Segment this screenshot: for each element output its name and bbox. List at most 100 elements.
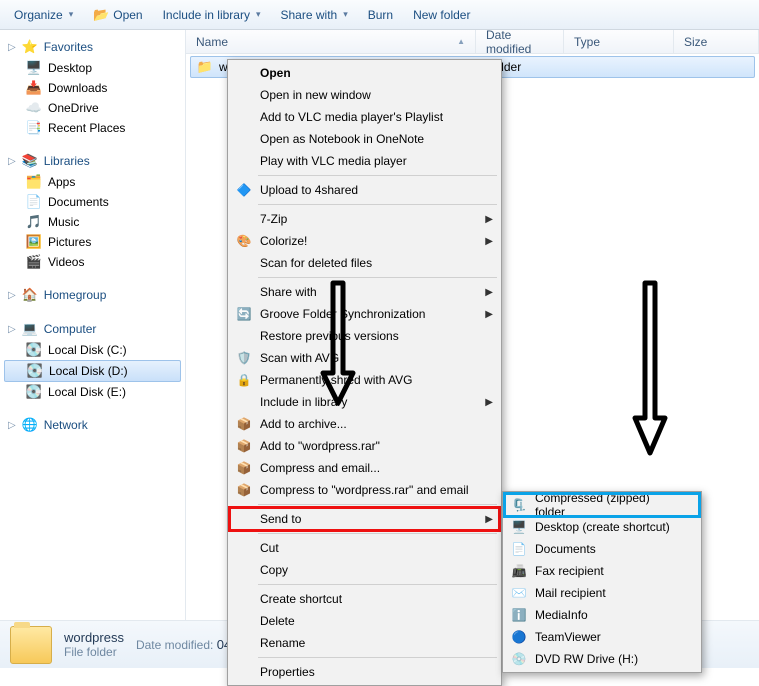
col-size[interactable]: Size xyxy=(674,30,759,53)
burn-button[interactable]: Burn xyxy=(360,6,401,24)
favorites-group[interactable]: ▷⭐Favorites xyxy=(0,34,185,58)
detail-type: File folder xyxy=(64,645,124,659)
drive-icon: 💽 xyxy=(26,342,42,358)
mi-add-rar[interactable]: 📦Add to "wordpress.rar" xyxy=(230,435,499,457)
dropdown-icon: ▾ xyxy=(256,9,261,20)
drive-icon: 💽 xyxy=(26,384,42,400)
menu-separator xyxy=(258,175,497,176)
mi-label: MediaInfo xyxy=(535,608,588,622)
winrar-icon: 📦 xyxy=(236,416,252,432)
mi-compress-email[interactable]: 📦Compress and email... xyxy=(230,457,499,479)
sidebar-item-recent[interactable]: 📑Recent Places xyxy=(0,118,185,138)
mi-send-desktop[interactable]: 🖥️Desktop (create shortcut) xyxy=(505,516,699,538)
sidebar-item-apps[interactable]: 🗂️Apps xyxy=(0,172,185,192)
mi-share-with[interactable]: Share with▶ xyxy=(230,281,499,303)
col-date-modified[interactable]: Date modified xyxy=(476,30,564,53)
mi-onenote[interactable]: Open as Notebook in OneNote xyxy=(230,128,499,150)
navigation-pane: ▷⭐Favorites 🖥️Desktop 📥Downloads ☁️OneDr… xyxy=(0,30,186,620)
homegroup-icon: 🏠 xyxy=(22,287,38,303)
mi-shortcut[interactable]: Create shortcut xyxy=(230,588,499,610)
column-headers: Name▲ Date modified Type Size xyxy=(186,30,759,54)
sidebar-item-documents[interactable]: 📄Documents xyxy=(0,192,185,212)
homegroup-group[interactable]: ▷🏠Homegroup xyxy=(0,282,185,306)
mi-add-archive[interactable]: 📦Add to archive... xyxy=(230,413,499,435)
share-with-button[interactable]: Share with▾ xyxy=(273,6,356,24)
submenu-arrow-icon: ▶ xyxy=(485,214,493,225)
mi-send-teamviewer[interactable]: 🔵TeamViewer xyxy=(505,626,699,648)
mi-scan-avg[interactable]: 🛡️Scan with AVG xyxy=(230,347,499,369)
item-label: Local Disk (D:) xyxy=(49,364,128,378)
mi-vlc-playlist[interactable]: Add to VLC media player's Playlist xyxy=(230,106,499,128)
sidebar-item-desktop[interactable]: 🖥️Desktop xyxy=(0,58,185,78)
mi-rename[interactable]: Rename xyxy=(230,632,499,654)
mi-send-to[interactable]: Send to▶ xyxy=(230,508,499,530)
mi-send-documents[interactable]: 📄Documents xyxy=(505,538,699,560)
item-label: Documents xyxy=(48,195,109,209)
sidebar-item-drive-e[interactable]: 💽Local Disk (E:) xyxy=(0,382,185,402)
mi-compress-rar-email[interactable]: 📦Compress to "wordpress.rar" and email xyxy=(230,479,499,501)
mi-delete[interactable]: Delete xyxy=(230,610,499,632)
mi-scan-deleted[interactable]: Scan for deleted files xyxy=(230,252,499,274)
sidebar-item-onedrive[interactable]: ☁️OneDrive xyxy=(0,98,185,118)
new-folder-button[interactable]: New folder xyxy=(405,6,478,24)
avg-shred-icon: 🔒 xyxy=(236,372,252,388)
mi-label: Play with VLC media player xyxy=(260,154,407,168)
mi-send-mediainfo[interactable]: ℹ️MediaInfo xyxy=(505,604,699,626)
mi-send-mail[interactable]: ✉️Mail recipient xyxy=(505,582,699,604)
drive-icon: 💽 xyxy=(27,363,43,379)
4shared-icon: 🔷 xyxy=(236,182,252,198)
desktop-icon: 🖥️ xyxy=(26,60,42,76)
sidebar-item-pictures[interactable]: 🖼️Pictures xyxy=(0,232,185,252)
documents-icon: 📄 xyxy=(511,541,527,557)
mi-cut[interactable]: Cut xyxy=(230,537,499,559)
sort-asc-icon: ▲ xyxy=(457,37,465,46)
cloud-icon: ☁️ xyxy=(26,100,42,116)
col-type[interactable]: Type xyxy=(564,30,674,53)
item-label: Videos xyxy=(48,255,84,269)
mi-open[interactable]: Open xyxy=(230,62,499,84)
sidebar-item-music[interactable]: 🎵Music xyxy=(0,212,185,232)
mi-shred-avg[interactable]: 🔒Permanently shred with AVG xyxy=(230,369,499,391)
mi-label: Desktop (create shortcut) xyxy=(535,520,670,534)
libraries-group[interactable]: ▷📚Libraries xyxy=(0,148,185,172)
sidebar-item-downloads[interactable]: 📥Downloads xyxy=(0,78,185,98)
open-button[interactable]: 📂Open xyxy=(85,5,150,25)
folder-thumbnail-icon xyxy=(10,626,52,664)
computer-group[interactable]: ▷💻Computer xyxy=(0,316,185,340)
menu-separator xyxy=(258,277,497,278)
btn-label: Burn xyxy=(368,8,393,22)
submenu-arrow-icon: ▶ xyxy=(485,287,493,298)
mi-compressed-zipped[interactable]: 🗜️Compressed (zipped) folder xyxy=(505,494,699,516)
annotation-arrow-right xyxy=(630,278,670,458)
mi-send-fax[interactable]: 📠Fax recipient xyxy=(505,560,699,582)
network-group[interactable]: ▷🌐Network xyxy=(0,412,185,436)
mi-label: TeamViewer xyxy=(535,630,601,644)
sidebar-item-drive-c[interactable]: 💽Local Disk (C:) xyxy=(0,340,185,360)
include-in-library-button[interactable]: Include in library▾ xyxy=(155,6,269,24)
mi-7zip[interactable]: 7-Zip▶ xyxy=(230,208,499,230)
sidebar-item-videos[interactable]: 🎬Videos xyxy=(0,252,185,272)
group-label: Network xyxy=(44,418,88,432)
mi-groove[interactable]: 🔄Groove Folder Synchronization▶ xyxy=(230,303,499,325)
mi-open-new-window[interactable]: Open in new window xyxy=(230,84,499,106)
sidebar-item-drive-d[interactable]: 💽 Local Disk (D:) xyxy=(4,360,181,382)
mi-properties[interactable]: Properties xyxy=(230,661,499,683)
mi-upload-4shared[interactable]: 🔷 Upload to 4shared xyxy=(230,179,499,201)
mi-label: Upload to 4shared xyxy=(260,183,358,197)
organize-button[interactable]: Organize▾ xyxy=(6,6,81,24)
mi-label: Compress and email... xyxy=(260,461,380,475)
collapse-icon: ▷ xyxy=(8,42,16,53)
mi-label: Rename xyxy=(260,636,305,650)
mi-restore[interactable]: Restore previous versions xyxy=(230,325,499,347)
mi-label: Delete xyxy=(260,614,295,628)
mi-include-library[interactable]: Include in library▶ xyxy=(230,391,499,413)
mi-colorize[interactable]: 🎨Colorize!▶ xyxy=(230,230,499,252)
mi-send-dvd[interactable]: 💿DVD RW Drive (H:) xyxy=(505,648,699,670)
col-name[interactable]: Name▲ xyxy=(186,30,476,53)
col-label: Type xyxy=(574,35,600,49)
submenu-arrow-icon: ▶ xyxy=(485,236,493,247)
mi-copy[interactable]: Copy xyxy=(230,559,499,581)
btn-label: New folder xyxy=(413,8,470,22)
mi-label: Open xyxy=(260,66,291,80)
mi-vlc-play[interactable]: Play with VLC media player xyxy=(230,150,499,172)
